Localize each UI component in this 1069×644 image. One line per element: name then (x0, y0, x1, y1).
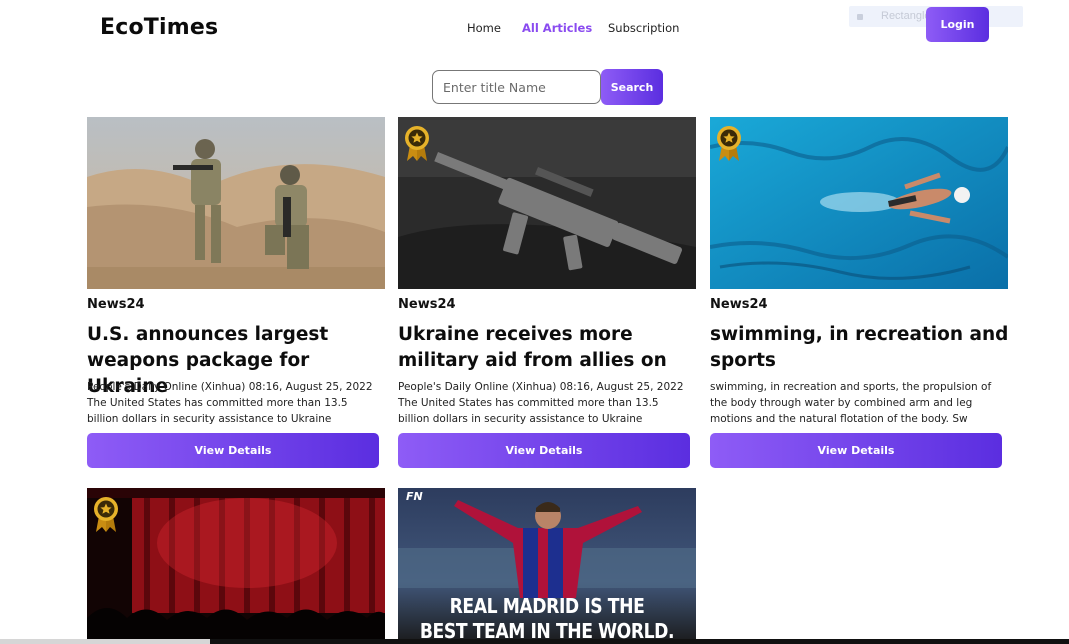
nav-home-link[interactable]: Home (467, 21, 501, 35)
top-navbar: EcoTimes Home All Articles Subscription … (0, 0, 1069, 60)
article-image-soldiers[interactable] (87, 117, 385, 289)
article-image-theater[interactable] (87, 488, 385, 644)
view-details-button[interactable]: View Details (710, 433, 1002, 468)
article-card: News24 swimming, in recreation and sport… (710, 117, 1008, 469)
nav-all-articles-link[interactable]: All Articles (522, 21, 592, 35)
article-title[interactable]: Ukraine receives more military aid from … (398, 322, 698, 374)
article-description: People's Daily Online (Xinhua) 08:16, Au… (398, 381, 684, 425)
poster-headline-line1: REAL MADRID IS THE (449, 594, 645, 618)
search-button[interactable]: Search (601, 69, 663, 105)
article-card: News24 U.S. announces largest weapons pa… (87, 117, 385, 469)
nav-subscription-link[interactable]: Subscription (608, 21, 679, 35)
article-source: News24 (398, 297, 456, 312)
premium-badge-icon (717, 126, 741, 161)
article-card: News24 Ukraine receives more military ai… (398, 117, 696, 469)
article-image-swimmer[interactable] (710, 117, 1008, 289)
site-logo[interactable]: EcoTimes (100, 15, 218, 40)
article-description: swimming, in recreation and sports, the … (710, 381, 992, 425)
article-card (87, 488, 385, 644)
premium-badge-icon (94, 497, 118, 532)
article-source: News24 (710, 297, 768, 312)
login-button[interactable]: Login (926, 7, 989, 42)
poster-logo: FN (406, 490, 423, 503)
article-source: News24 (87, 297, 145, 312)
article-title[interactable]: swimming, in recreation and sports (710, 322, 1010, 374)
bottom-edge-bar (0, 639, 1069, 644)
article-card: FN REAL MADRID IS THE BEST TEAM IN THE W… (398, 488, 696, 644)
article-image-football-poster[interactable]: FN REAL MADRID IS THE BEST TEAM IN THE W… (398, 488, 696, 644)
article-description: People's Daily Online (Xinhua) 08:16, Au… (87, 381, 373, 425)
search-input[interactable] (432, 70, 601, 104)
article-image-rifle[interactable] (398, 117, 696, 289)
premium-badge-icon (405, 126, 429, 161)
layer-icon (857, 14, 863, 20)
view-details-button[interactable]: View Details (87, 433, 379, 468)
view-details-button[interactable]: View Details (398, 433, 690, 468)
